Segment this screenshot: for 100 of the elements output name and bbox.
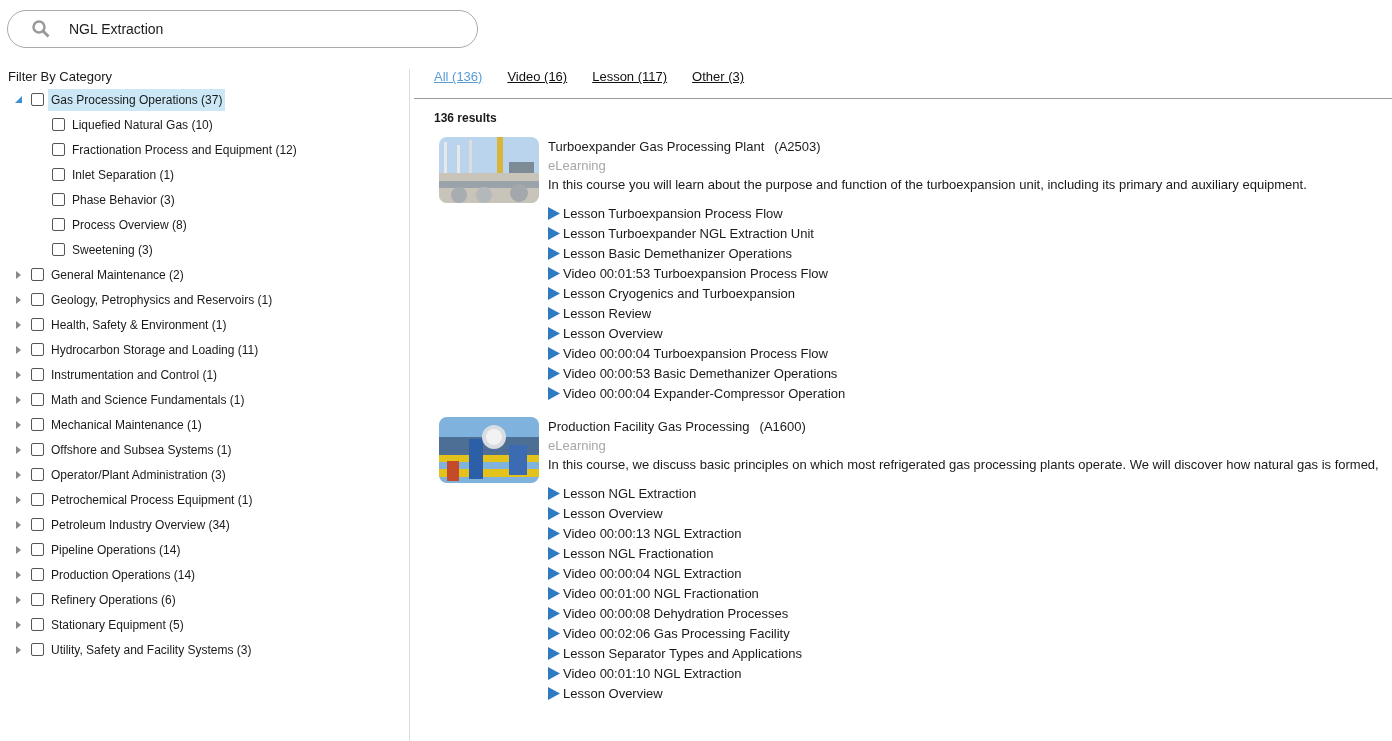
category-item[interactable]: Process Overview (8) bbox=[72, 215, 187, 234]
checkbox[interactable] bbox=[31, 518, 44, 531]
category-item[interactable]: Refinery Operations (6) bbox=[48, 588, 179, 611]
play-icon bbox=[548, 386, 560, 400]
module-link[interactable]: Video 00:00:04 NGL Extraction bbox=[563, 563, 742, 583]
collapsed-triangle-icon[interactable] bbox=[16, 545, 21, 554]
module-link[interactable]: Lesson Turboexpander NGL Extraction Unit bbox=[563, 223, 814, 243]
play-icon bbox=[548, 566, 560, 580]
category-item[interactable]: Utility, Safety and Facility Systems (3) bbox=[48, 638, 255, 661]
checkbox[interactable] bbox=[31, 643, 44, 656]
course-title[interactable]: Production Facility Gas Processing bbox=[548, 417, 750, 436]
module-link[interactable]: Lesson Overview bbox=[563, 503, 663, 523]
checkbox[interactable] bbox=[31, 443, 44, 456]
category-item[interactable]: Production Operations (14) bbox=[48, 563, 199, 586]
collapsed-triangle-icon[interactable] bbox=[16, 345, 21, 354]
category-item[interactable]: Petroleum Industry Overview (34) bbox=[48, 513, 233, 536]
collapsed-triangle-icon[interactable] bbox=[16, 645, 21, 654]
category-item[interactable]: Health, Safety & Environment (1) bbox=[48, 313, 230, 336]
module-link[interactable]: Video 00:01:00 NGL Fractionation bbox=[563, 583, 759, 603]
collapsed-triangle-icon[interactable] bbox=[16, 495, 21, 504]
module-link[interactable]: Lesson NGL Fractionation bbox=[563, 543, 714, 563]
module-link[interactable]: Video 00:00:04 Expander-Compressor Operation bbox=[563, 383, 846, 403]
module-link[interactable]: Lesson Overview bbox=[563, 683, 663, 703]
category-item[interactable]: Inlet Separation (1) bbox=[72, 165, 175, 184]
category-item[interactable]: Math and Science Fundamentals (1) bbox=[48, 388, 248, 411]
category-item[interactable]: Stationary Equipment (5) bbox=[48, 613, 187, 636]
course-type: eLearning bbox=[548, 157, 607, 175]
module-link[interactable]: Video 00:00:08 Dehydration Processes bbox=[563, 603, 789, 623]
category-item[interactable]: Operator/Plant Administration (3) bbox=[48, 463, 229, 486]
filter-tab[interactable]: Other (3) bbox=[692, 69, 745, 85]
checkbox[interactable] bbox=[52, 243, 65, 256]
checkbox[interactable] bbox=[31, 293, 44, 306]
collapsed-triangle-icon[interactable] bbox=[16, 620, 21, 629]
filter-tab[interactable]: Lesson (117) bbox=[592, 69, 668, 85]
play-icon bbox=[548, 506, 560, 520]
module-link[interactable]: Lesson Turboexpansion Process Flow bbox=[563, 203, 783, 223]
checkbox[interactable] bbox=[52, 193, 65, 206]
checkbox[interactable] bbox=[31, 368, 44, 381]
category-item[interactable]: Liquefied Natural Gas (10) bbox=[72, 115, 213, 134]
checkbox[interactable] bbox=[31, 568, 44, 581]
module-link[interactable]: Lesson Overview bbox=[563, 323, 663, 343]
checkbox[interactable] bbox=[52, 143, 65, 156]
category-item[interactable]: Instrumentation and Control (1) bbox=[48, 363, 221, 386]
course-description: In this course, we discuss basic principles on which most refrigerated gas processing plants operate. We will discover how natural gas is formed, bbox=[548, 456, 1379, 474]
category-item[interactable]: General Maintenance (2) bbox=[48, 263, 187, 286]
collapsed-triangle-icon[interactable] bbox=[16, 320, 21, 329]
checkbox[interactable] bbox=[31, 343, 44, 356]
module-link[interactable]: Video 00:02:06 Gas Processing Facility bbox=[563, 623, 790, 643]
module-link[interactable]: Video 00:00:13 NGL Extraction bbox=[563, 523, 742, 543]
collapsed-triangle-icon[interactable] bbox=[16, 520, 21, 529]
category-item[interactable]: Mechanical Maintenance (1) bbox=[48, 413, 205, 436]
expanded-triangle-icon[interactable] bbox=[15, 96, 22, 103]
play-icon bbox=[548, 486, 560, 500]
module-link[interactable]: Lesson Review bbox=[563, 303, 652, 323]
collapsed-triangle-icon[interactable] bbox=[16, 445, 21, 454]
module-link[interactable]: Lesson Cryogenics and Turboexpansion bbox=[563, 283, 795, 303]
module-link[interactable]: Video 00:01:53 Turboexpansion Process Flow bbox=[563, 263, 828, 283]
collapsed-triangle-icon[interactable] bbox=[16, 570, 21, 579]
checkbox[interactable] bbox=[52, 168, 65, 181]
play-icon bbox=[548, 526, 560, 540]
collapsed-triangle-icon[interactable] bbox=[16, 470, 21, 479]
checkbox[interactable] bbox=[31, 618, 44, 631]
play-icon bbox=[548, 366, 560, 380]
checkbox[interactable] bbox=[52, 218, 65, 231]
checkbox[interactable] bbox=[31, 393, 44, 406]
play-icon bbox=[548, 606, 560, 620]
category-item[interactable]: Phase Behavior (3) bbox=[72, 190, 175, 209]
checkbox[interactable] bbox=[31, 268, 44, 281]
checkbox[interactable] bbox=[31, 468, 44, 481]
module-link[interactable]: Video 00:01:10 NGL Extraction bbox=[563, 663, 742, 683]
filter-tab[interactable]: Video (16) bbox=[507, 69, 568, 85]
filter-heading: Filter By Category bbox=[8, 69, 114, 85]
collapsed-triangle-icon[interactable] bbox=[16, 395, 21, 404]
module-link[interactable]: Video 00:00:53 Basic Demethanizer Operations bbox=[563, 363, 838, 383]
category-item[interactable]: Petrochemical Process Equipment (1) bbox=[48, 488, 256, 511]
collapsed-triangle-icon[interactable] bbox=[16, 420, 21, 429]
collapsed-triangle-icon[interactable] bbox=[16, 270, 21, 279]
checkbox[interactable] bbox=[31, 318, 44, 331]
category-item[interactable]: Gas Processing Operations (37) bbox=[48, 88, 226, 111]
category-item[interactable]: Hydrocarbon Storage and Loading (11) bbox=[48, 338, 262, 361]
category-item[interactable]: Offshore and Subsea Systems (1) bbox=[48, 438, 235, 461]
category-item[interactable]: Sweetening (3) bbox=[72, 240, 153, 259]
module-link[interactable]: Lesson Basic Demethanizer Operations bbox=[563, 243, 793, 263]
collapsed-triangle-icon[interactable] bbox=[16, 295, 21, 304]
module-link[interactable]: Lesson NGL Extraction bbox=[563, 483, 697, 503]
collapsed-triangle-icon[interactable] bbox=[16, 595, 21, 604]
checkbox[interactable] bbox=[31, 543, 44, 556]
collapsed-triangle-icon[interactable] bbox=[16, 370, 21, 379]
checkbox[interactable] bbox=[31, 418, 44, 431]
category-item[interactable]: Pipeline Operations (14) bbox=[48, 538, 184, 561]
checkbox[interactable] bbox=[31, 93, 44, 106]
result-count: 136 results bbox=[434, 110, 498, 126]
checkbox[interactable] bbox=[52, 118, 65, 131]
module-link[interactable]: Lesson Separator Types and Applications bbox=[563, 643, 802, 663]
checkbox[interactable] bbox=[31, 493, 44, 506]
category-item[interactable]: Fractionation Process and Equipment (12) bbox=[72, 140, 297, 159]
module-link[interactable]: Video 00:00:04 Turboexpansion Process Flow bbox=[563, 343, 828, 363]
category-item[interactable]: Geology, Petrophysics and Reservoirs (1) bbox=[48, 288, 276, 311]
course-title[interactable]: Turboexpander Gas Processing Plant bbox=[548, 137, 765, 156]
checkbox[interactable] bbox=[31, 593, 44, 606]
